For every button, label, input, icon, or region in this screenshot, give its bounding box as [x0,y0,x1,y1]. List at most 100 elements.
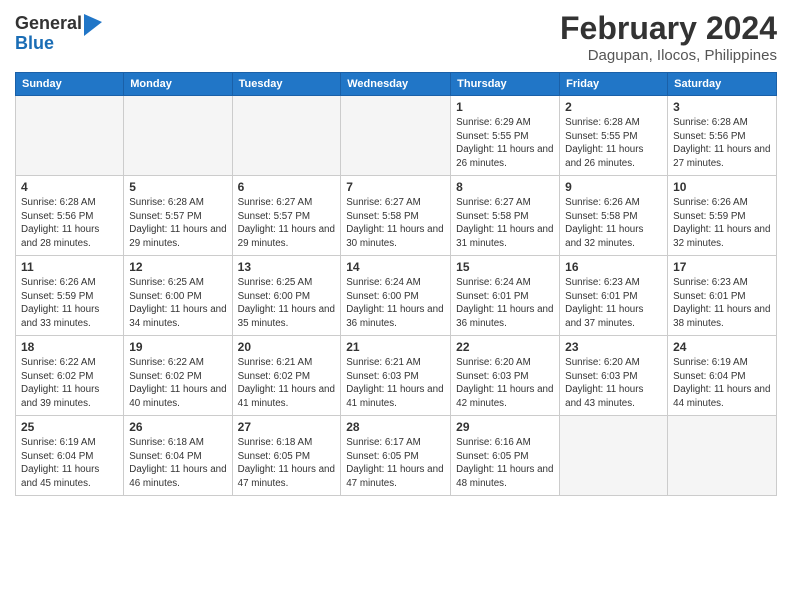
day-info: Sunrise: 6:28 AM Sunset: 5:56 PM Dayligh… [21,196,118,251]
calendar-cell: 13 Sunrise: 6:25 AM Sunset: 6:00 PM Dayli… [232,256,341,336]
day-number: 23 [565,340,662,354]
calendar-cell [668,416,777,496]
day-info: Sunrise: 6:29 AM Sunset: 5:55 PM Dayligh… [456,116,554,171]
calendar-cell: 8 Sunrise: 6:27 AM Sunset: 5:58 PM Daylig… [451,176,560,256]
day-number: 11 [21,260,118,274]
day-info: Sunrise: 6:16 AM Sunset: 6:05 PM Dayligh… [456,436,554,491]
day-info: Sunrise: 6:25 AM Sunset: 6:00 PM Dayligh… [238,276,336,331]
day-number: 28 [346,420,445,434]
day-info: Sunrise: 6:22 AM Sunset: 6:02 PM Dayligh… [21,356,118,411]
day-info: Sunrise: 6:19 AM Sunset: 6:04 PM Dayligh… [673,356,771,411]
page-header: General Blue February 2024 Dagupan, Iloc… [15,10,777,64]
calendar-cell: 2 Sunrise: 6:28 AM Sunset: 5:55 PM Daylig… [560,96,668,176]
day-number: 18 [21,340,118,354]
calendar-cell [124,96,232,176]
day-number: 22 [456,340,554,354]
calendar-cell: 17 Sunrise: 6:23 AM Sunset: 6:01 PM Dayli… [668,256,777,336]
calendar-cell: 15 Sunrise: 6:24 AM Sunset: 6:01 PM Dayli… [451,256,560,336]
day-number: 27 [238,420,336,434]
day-number: 9 [565,180,662,194]
day-number: 13 [238,260,336,274]
day-number: 6 [238,180,336,194]
weekday-header-friday: Friday [560,73,668,96]
day-number: 3 [673,100,771,114]
calendar-cell [560,416,668,496]
calendar-cell [232,96,341,176]
week-row-3: 11 Sunrise: 6:26 AM Sunset: 5:59 PM Dayli… [16,256,777,336]
calendar-cell: 29 Sunrise: 6:16 AM Sunset: 6:05 PM Dayli… [451,416,560,496]
day-info: Sunrise: 6:18 AM Sunset: 6:04 PM Dayligh… [129,436,226,491]
logo-icon [84,14,102,36]
day-info: Sunrise: 6:21 AM Sunset: 6:03 PM Dayligh… [346,356,445,411]
calendar-cell: 10 Sunrise: 6:26 AM Sunset: 5:59 PM Dayli… [668,176,777,256]
day-number: 1 [456,100,554,114]
day-info: Sunrise: 6:27 AM Sunset: 5:58 PM Dayligh… [456,196,554,251]
calendar-cell: 24 Sunrise: 6:19 AM Sunset: 6:04 PM Dayli… [668,336,777,416]
day-number: 29 [456,420,554,434]
day-info: Sunrise: 6:20 AM Sunset: 6:03 PM Dayligh… [565,356,662,411]
calendar-cell: 1 Sunrise: 6:29 AM Sunset: 5:55 PM Daylig… [451,96,560,176]
weekday-header-saturday: Saturday [668,73,777,96]
day-info: Sunrise: 6:21 AM Sunset: 6:02 PM Dayligh… [238,356,336,411]
day-number: 21 [346,340,445,354]
weekday-header-thursday: Thursday [451,73,560,96]
calendar-cell: 19Sunrise: 6:22 AM Sunset: 6:02 PM Dayli… [124,336,232,416]
calendar-cell: 7 Sunrise: 6:27 AM Sunset: 5:58 PM Daylig… [341,176,451,256]
day-number: 17 [673,260,771,274]
day-info: Sunrise: 6:27 AM Sunset: 5:57 PM Dayligh… [238,196,336,251]
day-info: Sunrise: 6:25 AM Sunset: 6:00 PM Dayligh… [129,276,226,331]
calendar-cell: 5Sunrise: 6:28 AM Sunset: 5:57 PM Daylig… [124,176,232,256]
calendar-cell [341,96,451,176]
day-info: Sunrise: 6:23 AM Sunset: 6:01 PM Dayligh… [565,276,662,331]
title-block: February 2024 Dagupan, Ilocos, Philippin… [560,10,777,64]
calendar-cell: 16 Sunrise: 6:23 AM Sunset: 6:01 PM Dayli… [560,256,668,336]
calendar-cell: 23 Sunrise: 6:20 AM Sunset: 6:03 PM Dayli… [560,336,668,416]
location-subtitle: Dagupan, Ilocos, Philippines [560,47,777,64]
logo[interactable]: General Blue [15,14,102,54]
calendar-cell: 18 Sunrise: 6:22 AM Sunset: 6:02 PM Dayli… [16,336,124,416]
calendar-cell: 14 Sunrise: 6:24 AM Sunset: 6:00 PM Dayli… [341,256,451,336]
day-number: 2 [565,100,662,114]
day-number: 7 [346,180,445,194]
logo-blue: Blue [15,34,82,54]
day-number: 26 [129,420,226,434]
calendar-cell: 3 Sunrise: 6:28 AM Sunset: 5:56 PM Daylig… [668,96,777,176]
day-number: 16 [565,260,662,274]
calendar-cell: 25Sunrise: 6:19 AM Sunset: 6:04 PM Dayli… [16,416,124,496]
day-info: Sunrise: 6:27 AM Sunset: 5:58 PM Dayligh… [346,196,445,251]
logo-general: General [15,14,82,34]
week-row-4: 18 Sunrise: 6:22 AM Sunset: 6:02 PM Dayli… [16,336,777,416]
calendar-cell: 9Sunrise: 6:26 AM Sunset: 5:58 PM Daylig… [560,176,668,256]
calendar-cell: 11 Sunrise: 6:26 AM Sunset: 5:59 PM Dayli… [16,256,124,336]
week-row-1: 1 Sunrise: 6:29 AM Sunset: 5:55 PM Daylig… [16,96,777,176]
day-number: 5 [129,180,226,194]
weekday-header-sunday: Sunday [16,73,124,96]
day-info: Sunrise: 6:24 AM Sunset: 6:00 PM Dayligh… [346,276,445,331]
weekday-header-tuesday: Tuesday [232,73,341,96]
day-info: Sunrise: 6:26 AM Sunset: 5:59 PM Dayligh… [673,196,771,251]
day-info: Sunrise: 6:19 AM Sunset: 6:04 PM Dayligh… [21,436,118,491]
month-year-title: February 2024 [560,10,777,47]
day-number: 24 [673,340,771,354]
day-info: Sunrise: 6:24 AM Sunset: 6:01 PM Dayligh… [456,276,554,331]
calendar-cell: 12Sunrise: 6:25 AM Sunset: 6:00 PM Dayli… [124,256,232,336]
day-number: 15 [456,260,554,274]
day-info: Sunrise: 6:22 AM Sunset: 6:02 PM Dayligh… [129,356,226,411]
weekday-header-wednesday: Wednesday [341,73,451,96]
day-number: 4 [21,180,118,194]
calendar-cell: 4 Sunrise: 6:28 AM Sunset: 5:56 PM Daylig… [16,176,124,256]
day-info: Sunrise: 6:20 AM Sunset: 6:03 PM Dayligh… [456,356,554,411]
week-row-5: 25Sunrise: 6:19 AM Sunset: 6:04 PM Dayli… [16,416,777,496]
day-number: 10 [673,180,771,194]
weekday-header-monday: Monday [124,73,232,96]
day-info: Sunrise: 6:28 AM Sunset: 5:56 PM Dayligh… [673,116,771,171]
day-number: 8 [456,180,554,194]
day-info: Sunrise: 6:26 AM Sunset: 5:59 PM Dayligh… [21,276,118,331]
day-info: Sunrise: 6:28 AM Sunset: 5:55 PM Dayligh… [565,116,662,171]
weekday-header-row: SundayMondayTuesdayWednesdayThursdayFrid… [16,73,777,96]
day-number: 14 [346,260,445,274]
day-info: Sunrise: 6:23 AM Sunset: 6:01 PM Dayligh… [673,276,771,331]
calendar-cell: 28Sunrise: 6:17 AM Sunset: 6:05 PM Dayli… [341,416,451,496]
calendar-cell [16,96,124,176]
calendar-cell: 26 Sunrise: 6:18 AM Sunset: 6:04 PM Dayli… [124,416,232,496]
